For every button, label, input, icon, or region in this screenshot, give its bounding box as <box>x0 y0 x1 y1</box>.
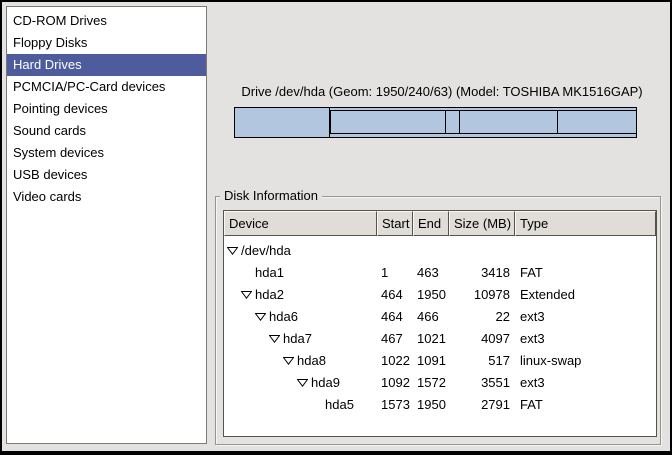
partition-segment-hda1 <box>235 108 330 137</box>
size-mb: 22 <box>449 306 515 328</box>
expander-icon[interactable] <box>241 291 255 299</box>
partition-bar <box>234 107 637 138</box>
disk-row-hda6[interactable]: hda6 46446622ext3 <box>224 306 656 328</box>
end-cylinder: 1091 <box>413 350 449 372</box>
device-name: hda2 <box>255 284 284 306</box>
expander-icon[interactable] <box>283 357 297 365</box>
partition-segment-hda9 <box>460 111 559 133</box>
partition-type: FAT <box>515 394 656 416</box>
table-body: /dev/hdahda114633418FAThda2464195010978E… <box>224 236 656 416</box>
sidebar-item-usb-devices[interactable]: USB devices <box>7 164 206 186</box>
start-cylinder: 464 <box>377 284 413 306</box>
device-name: hda6 <box>269 306 298 328</box>
sidebar-item-cd-rom-drives[interactable]: CD-ROM Drives <box>7 10 206 32</box>
device-name: hda8 <box>297 350 326 372</box>
sidebar-item-sound-cards[interactable]: Sound cards <box>7 120 206 142</box>
end-cylinder: 1950 <box>413 394 449 416</box>
column-header-type[interactable]: Type <box>515 211 656 236</box>
extended-partition-hda2 <box>330 110 636 134</box>
device-name: hda9 <box>311 372 340 394</box>
drive-label: Drive /dev/hda (Geom: 1950/240/63) (Mode… <box>222 84 662 99</box>
end-cylinder: 463 <box>413 262 449 284</box>
disk-information-table: DeviceStartEndSize (MB)Type /dev/hdahda1… <box>223 210 657 437</box>
start-cylinder: 1022 <box>377 350 413 372</box>
end-cylinder: 1572 <box>413 372 449 394</box>
disk-row-hda2[interactable]: hda2 464195010978Extended <box>224 284 656 306</box>
size-mb: 2791 <box>449 394 515 416</box>
end-cylinder: 466 <box>413 306 449 328</box>
table-header: DeviceStartEndSize (MB)Type <box>224 211 656 236</box>
partition-segment-hda7 <box>332 111 446 133</box>
start-cylinder: 1573 <box>377 394 413 416</box>
size-mb <box>449 240 515 262</box>
sidebar-item-floppy-disks[interactable]: Floppy Disks <box>7 32 206 54</box>
sidebar-item-pointing-devices[interactable]: Pointing devices <box>7 98 206 120</box>
partition-segment-hda5 <box>558 111 635 133</box>
device-name: hda5 <box>325 394 354 416</box>
size-mb: 10978 <box>449 284 515 306</box>
disk-row-hda5[interactable]: hda5 157319502791FAT <box>224 394 656 416</box>
disk-row-hda1[interactable]: hda1 14633418FAT <box>224 262 656 284</box>
hardware-browser-window: CD-ROM DrivesFloppy DisksHard DrivesPCMC… <box>2 2 670 451</box>
expander-icon[interactable] <box>255 313 269 321</box>
column-header-size-mb[interactable]: Size (MB) <box>449 211 515 236</box>
device-name: /dev/hda <box>241 240 291 262</box>
sidebar-item-video-cards[interactable]: Video cards <box>7 186 206 208</box>
column-header-start[interactable]: Start <box>377 211 413 236</box>
start-cylinder: 467 <box>377 328 413 350</box>
device-name: hda1 <box>255 262 284 284</box>
disk-row-hda7[interactable]: hda7 46710214097ext3 <box>224 328 656 350</box>
disk-information-groupbox: Disk Information DeviceStartEndSize (MB)… <box>215 196 661 445</box>
disk-row-hda9[interactable]: hda9 109215723551ext3 <box>224 372 656 394</box>
expander-icon[interactable] <box>227 247 241 255</box>
partition-type: ext3 <box>515 372 656 394</box>
partition-type: linux-swap <box>515 350 656 372</box>
column-header-device[interactable]: Device <box>224 211 377 236</box>
expander-icon[interactable] <box>297 379 311 387</box>
size-mb: 3418 <box>449 262 515 284</box>
size-mb: 517 <box>449 350 515 372</box>
partition-type: FAT <box>515 262 656 284</box>
size-mb: 3551 <box>449 372 515 394</box>
partition-segment-hda8 <box>446 111 460 133</box>
partition-type: ext3 <box>515 328 656 350</box>
end-cylinder: 1021 <box>413 328 449 350</box>
partition-type <box>515 240 656 262</box>
device-name: hda7 <box>283 328 312 350</box>
end-cylinder: 1950 <box>413 284 449 306</box>
sidebar-item-pcmcia-pc-card-devices[interactable]: PCMCIA/PC-Card devices <box>7 76 206 98</box>
start-cylinder: 464 <box>377 306 413 328</box>
end-cylinder <box>413 240 449 262</box>
start-cylinder <box>377 240 413 262</box>
sidebar-item-system-devices[interactable]: System devices <box>7 142 206 164</box>
disk-row-hda8[interactable]: hda8 10221091517linux-swap <box>224 350 656 372</box>
start-cylinder: 1 <box>377 262 413 284</box>
start-cylinder: 1092 <box>377 372 413 394</box>
device-category-list: CD-ROM DrivesFloppy DisksHard DrivesPCMC… <box>6 6 207 444</box>
expander-icon[interactable] <box>269 335 283 343</box>
sidebar-item-hard-drives[interactable]: Hard Drives <box>7 54 206 76</box>
partition-type: ext3 <box>515 306 656 328</box>
disk-row-dev-hda[interactable]: /dev/hda <box>224 240 656 262</box>
partition-type: Extended <box>515 284 656 306</box>
size-mb: 4097 <box>449 328 515 350</box>
column-header-end[interactable]: End <box>413 211 449 236</box>
disk-information-label: Disk Information <box>220 188 322 204</box>
